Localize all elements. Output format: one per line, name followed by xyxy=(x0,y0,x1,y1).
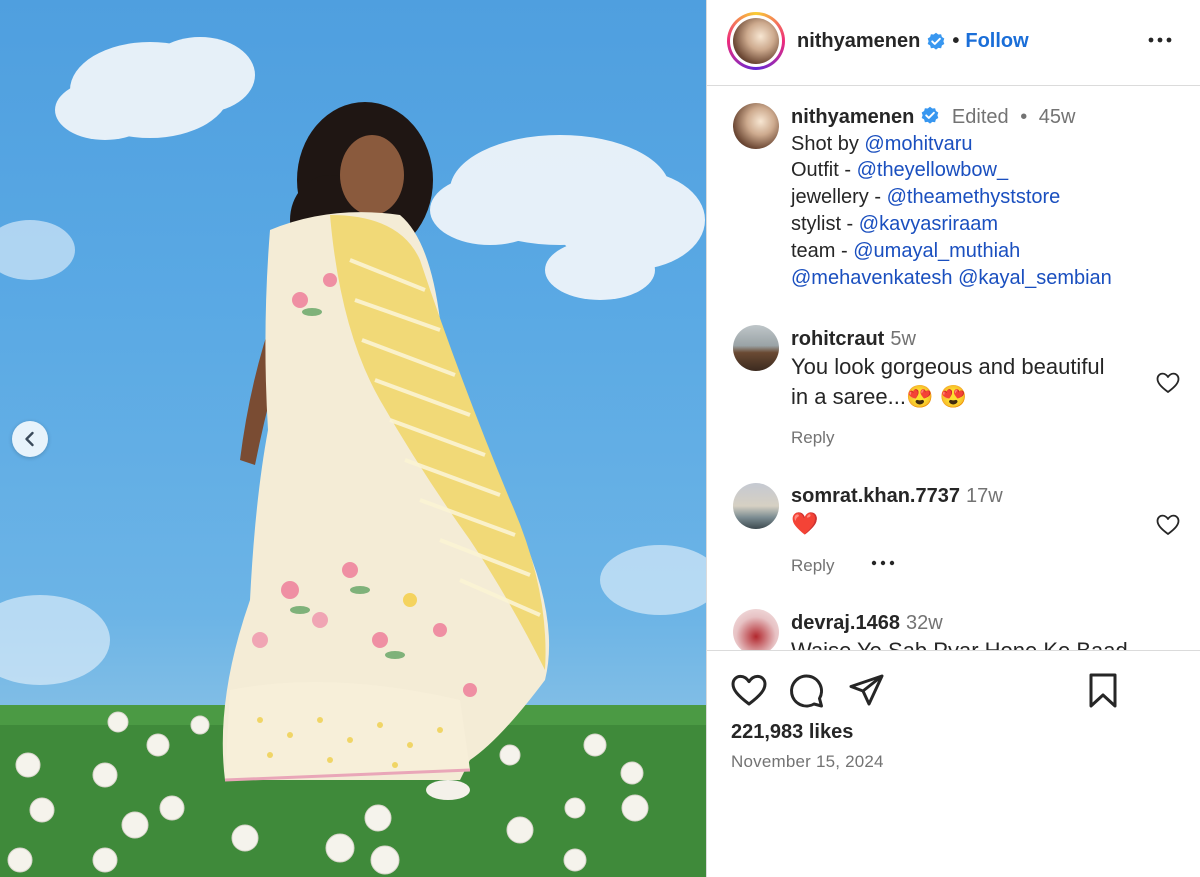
comment-text: You look gorgeous and beautiful xyxy=(791,354,1105,379)
caption-username[interactable]: nithyamenen xyxy=(791,106,914,128)
avatar xyxy=(733,18,779,64)
mention-link[interactable]: @kavyasriraam xyxy=(859,213,998,235)
caption-author-avatar[interactable] xyxy=(733,103,779,149)
post-photo[interactable] xyxy=(0,0,706,877)
mention-link[interactable]: @mehavenkatesh xyxy=(791,267,953,289)
comments-list[interactable]: nithyamenen Edited • 45w Shot by @mohitv… xyxy=(707,87,1200,650)
heart-icon[interactable] xyxy=(1155,512,1181,538)
heart-icon[interactable] xyxy=(1155,370,1181,396)
caption-time: 45w xyxy=(1038,106,1076,128)
comment-username[interactable]: rohitcraut xyxy=(791,328,884,350)
comment-time: 5w xyxy=(890,328,916,350)
edited-label: Edited xyxy=(951,106,1009,128)
commenter-avatar[interactable] xyxy=(733,325,779,371)
author-username[interactable]: nithyamenen xyxy=(797,30,920,53)
mention-link[interactable]: @theamethyststore xyxy=(887,186,1061,208)
caption-text: stylist - xyxy=(791,213,859,235)
mention-link[interactable]: @umayal_muthiah xyxy=(853,240,1020,262)
share-icon[interactable] xyxy=(847,671,887,711)
comment-header: devraj.1468 32w xyxy=(791,610,943,636)
comment-text: Waise Ye Sab Pyar Hone Ke Baad xyxy=(791,636,1128,650)
caption-text: jewellery - xyxy=(791,186,887,208)
caption-line: team - @umayal_muthiah xyxy=(791,238,1020,264)
caption-line: @mehavenkatesh @kayal_sembian xyxy=(791,265,1112,291)
chevron-left-icon xyxy=(25,431,34,447)
mention-link[interactable]: @mohitvaru xyxy=(864,133,972,155)
header-separator: • xyxy=(952,30,960,52)
post-side-panel: nithyamenen • Follow nithyamenen Edited … xyxy=(706,0,1200,877)
photo-scene xyxy=(0,37,706,877)
caption-text: Shot by xyxy=(791,133,865,155)
caption-line: jewellery - @theamethyststore xyxy=(791,184,1060,210)
comment-username[interactable]: devraj.1468 xyxy=(791,612,900,634)
bookmark-icon[interactable] xyxy=(1083,671,1123,711)
more-options-button[interactable] xyxy=(1145,28,1175,52)
more-horizontal-icon[interactable] xyxy=(869,553,897,573)
commenter-avatar[interactable] xyxy=(733,483,779,529)
commenter-avatar[interactable] xyxy=(733,609,779,650)
caption-separator: • xyxy=(1020,106,1028,128)
caption-text: team - xyxy=(791,240,854,262)
post-header: nithyamenen • Follow xyxy=(707,0,1200,86)
comment-icon[interactable] xyxy=(787,671,827,711)
comment-text: ❤️ xyxy=(791,511,819,536)
post-date[interactable]: November 15, 2024 xyxy=(731,752,884,772)
reply-button[interactable]: Reply xyxy=(791,428,834,448)
comment-username[interactable]: somrat.khan.7737 xyxy=(791,485,960,507)
comment-time: 32w xyxy=(905,612,943,634)
heart-icon[interactable] xyxy=(729,671,769,711)
caption-line: stylist - @kavyasriraam xyxy=(791,211,998,237)
comment-time: 17w xyxy=(965,485,1003,507)
comment-header: rohitcraut 5w xyxy=(791,326,916,352)
caption-text: Outfit - xyxy=(791,159,857,181)
mention-link[interactable]: @theyellowbow_ xyxy=(857,159,1009,181)
header-user-row: nithyamenen • Follow xyxy=(797,30,1029,53)
post-actions-bar: 221,983 likes November 15, 2024 xyxy=(707,650,1200,877)
reply-button[interactable]: Reply xyxy=(791,556,834,576)
caption-header: nithyamenen Edited • 45w xyxy=(791,104,1075,130)
caption-line: Shot by @mohitvaru xyxy=(791,131,973,157)
comment-text: in a saree...😍 😍 xyxy=(791,384,967,409)
comment-header: somrat.khan.7737 17w xyxy=(791,483,1003,509)
likes-count[interactable]: 221,983 likes xyxy=(731,721,853,744)
more-horizontal-icon xyxy=(1148,37,1172,43)
verified-badge-icon xyxy=(928,32,945,50)
caption-line: Outfit - @theyellowbow_ xyxy=(791,157,1008,183)
follow-button[interactable]: Follow xyxy=(965,30,1028,53)
author-avatar-story-ring[interactable] xyxy=(727,12,785,70)
carousel-prev-button[interactable] xyxy=(12,421,48,457)
verified-badge-icon xyxy=(922,106,939,124)
mention-link[interactable]: @kayal_sembian xyxy=(958,267,1112,289)
